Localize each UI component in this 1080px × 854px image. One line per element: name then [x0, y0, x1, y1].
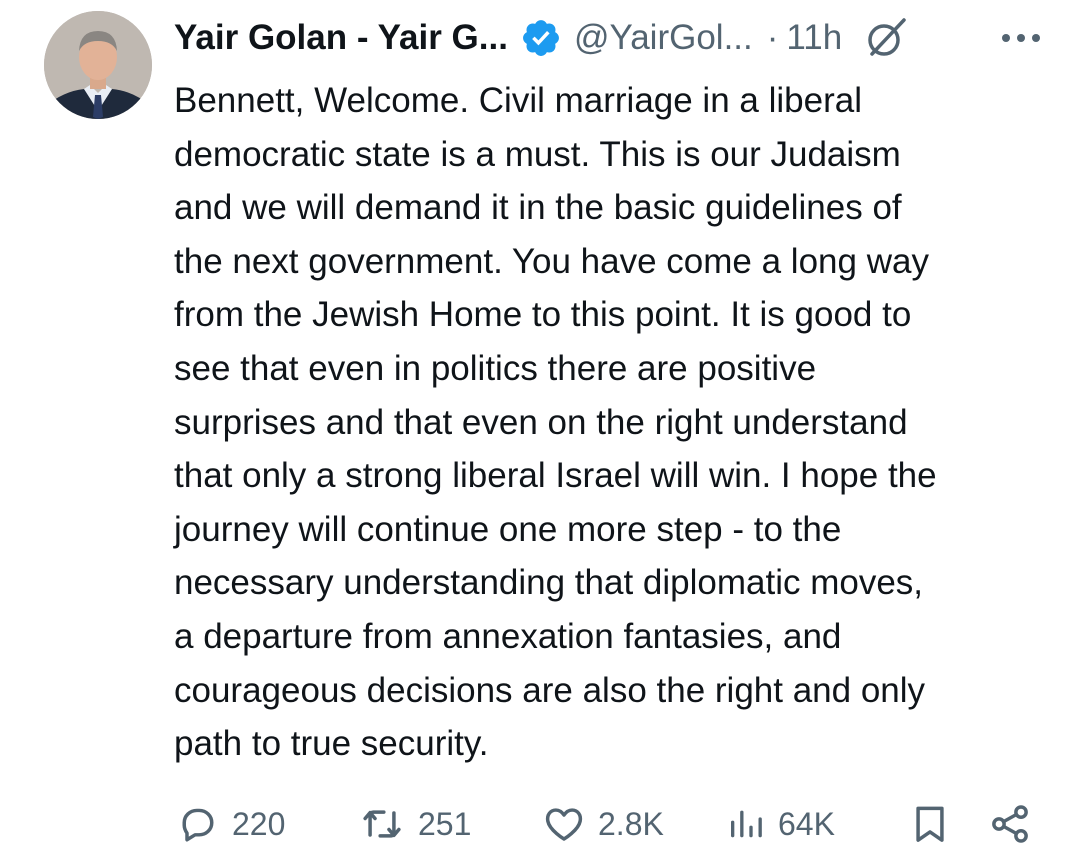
like-count: 2.8K	[598, 805, 664, 842]
repost-icon	[363, 810, 401, 838]
tweet-text-line: Bennett, Welcome. Civil marriage in a li…	[174, 81, 862, 120]
bookmark-icon	[916, 806, 944, 842]
tweet-text: Bennett, Welcome. Civil marriage in a li…	[174, 74, 1044, 771]
tweet-timestamp[interactable]: 11h	[786, 18, 842, 58]
reply-button[interactable]: 220	[176, 800, 285, 848]
tweet-text-line: necessary understanding that diplomatic …	[174, 563, 924, 603]
share-icon	[992, 805, 1028, 843]
tweet-text-line: path to true security.	[174, 724, 489, 764]
verified-badge-icon[interactable]	[520, 17, 562, 59]
share-button[interactable]	[988, 800, 1032, 848]
repost-button[interactable]: 251	[358, 800, 471, 848]
views-icon	[731, 810, 762, 838]
tweet-text-line: see that even in politics there are posi…	[174, 348, 817, 388]
like-button[interactable]: 2.8K	[542, 800, 664, 848]
reply-count: 220	[232, 805, 286, 842]
views-button[interactable]: 64K	[726, 800, 835, 848]
tweet-text-line: courageous decisions are also the right …	[174, 670, 926, 710]
action-bar: 220 251 2.8K 64K	[174, 800, 1044, 848]
author-name[interactable]: Yair Golan - Yair G...	[174, 18, 508, 58]
tweet-text-line: a departure from annexation fantasies, a…	[174, 616, 842, 656]
tweet-text-line: journey will continue one more step - to…	[174, 509, 842, 549]
avatar[interactable]	[44, 11, 152, 119]
tweet-text-line: democratic state is a must. This is our …	[174, 134, 901, 174]
bookmark-button[interactable]	[908, 800, 952, 848]
repost-count: 251	[418, 805, 472, 842]
tweet-text-line: that only a strong liberal Israel will w…	[174, 456, 937, 496]
tweet-text-line: surprises and that even on the right und…	[174, 402, 908, 442]
separator-dot: ·	[766, 18, 779, 57]
tweet-text-line: and we will demand it in the basic guide…	[174, 188, 902, 228]
heart-icon	[545, 808, 583, 841]
grok-icon[interactable]	[862, 14, 910, 62]
more-options-icon[interactable]	[998, 16, 1044, 60]
tweet-header: Yair Golan - Yair G... @YairGol... · 11h	[174, 12, 1044, 64]
author-handle[interactable]: @YairGol...	[574, 18, 753, 58]
views-count: 64K	[778, 805, 835, 842]
avatar-photo	[44, 11, 152, 119]
tweet-text-line: the next government. You have come a lon…	[174, 241, 929, 281]
tweet-text-line: from the Jewish Home to this point. It i…	[174, 295, 912, 335]
reply-icon	[182, 808, 214, 842]
